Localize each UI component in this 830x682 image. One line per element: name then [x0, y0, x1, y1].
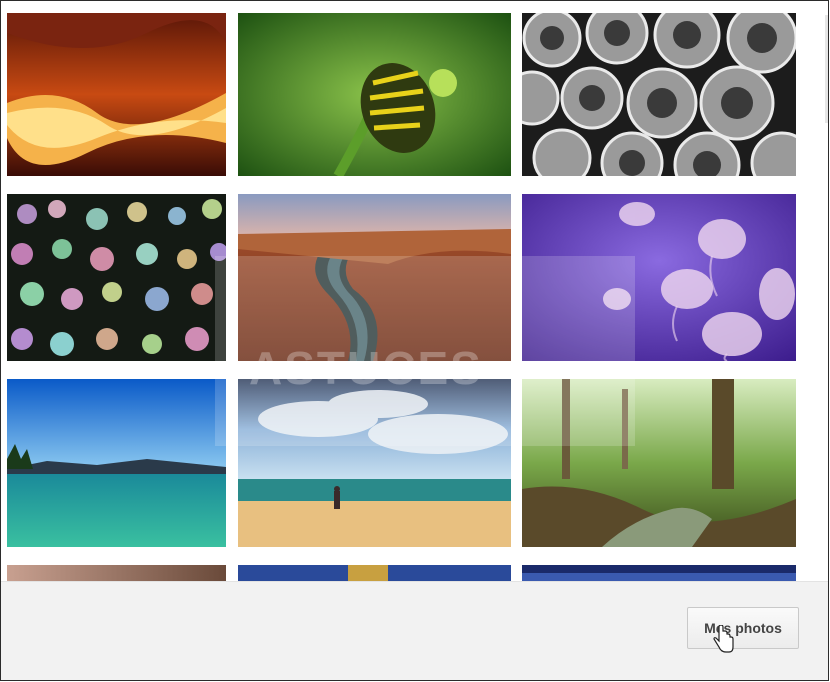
photo-tile-partial-1[interactable]	[7, 565, 226, 581]
photo-tile-bokeh[interactable]	[7, 194, 226, 361]
photo-tile-jellyfish[interactable]	[522, 194, 796, 361]
photo-tile-pipes[interactable]	[522, 13, 796, 176]
photo-tile-partial-2[interactable]	[238, 565, 511, 581]
photo-tile-partial-3[interactable]	[522, 565, 796, 581]
photo-tile-caterpillar[interactable]	[238, 13, 511, 176]
photo-tile-forest[interactable]	[522, 379, 796, 547]
photo-tile-canyon[interactable]	[7, 13, 226, 176]
photo-tile-river-canyon[interactable]	[238, 194, 511, 361]
my-photos-button[interactable]: Mes photos	[687, 607, 799, 649]
scrollbar-hint[interactable]	[825, 15, 828, 123]
photo-picker-window: ASTUCES Mes photos	[0, 0, 829, 681]
photo-grid	[1, 1, 828, 581]
photo-tile-lake[interactable]	[7, 379, 226, 547]
photo-tile-beach[interactable]	[238, 379, 511, 547]
